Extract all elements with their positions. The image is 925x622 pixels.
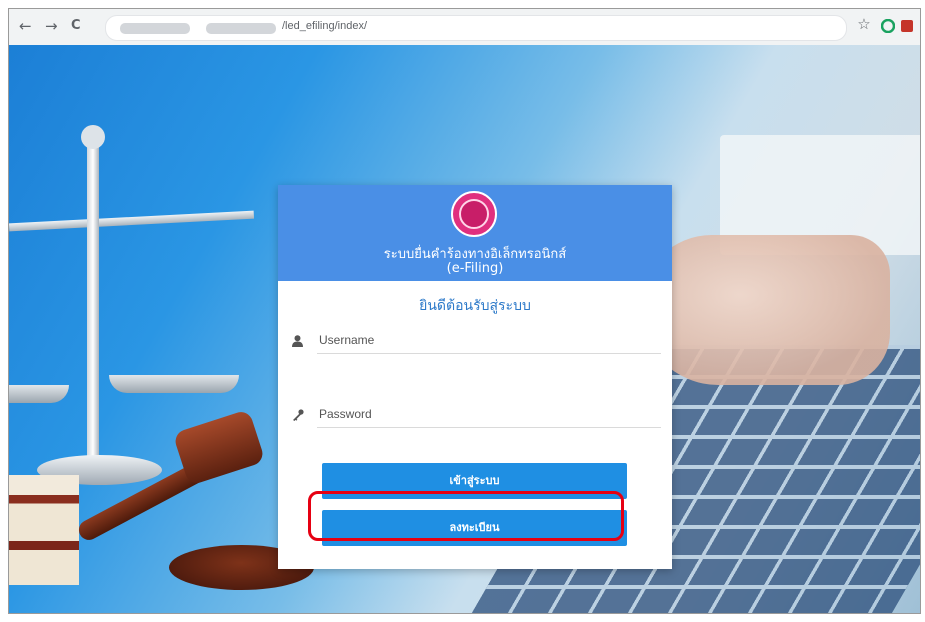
books-image [9, 475, 79, 585]
scale-pan-right [109, 375, 239, 393]
refresh-extension-icon[interactable] [880, 18, 896, 34]
login-card-header: ระบบยื่นคำร้องทางอิเล็กทรอนิกส์ (e-Filin… [278, 185, 672, 281]
scale-knob [81, 125, 105, 149]
register-highlight-box [308, 491, 624, 541]
welcome-heading: ยินดีต้อนรับสู่ระบบ [419, 298, 531, 314]
url-text: /led_efiling/index/ [282, 20, 368, 32]
password-input[interactable] [317, 401, 661, 428]
scale-beam [9, 210, 255, 232]
user-icon [292, 335, 303, 350]
address-bar[interactable]: /led_efiling/index/ [105, 15, 847, 41]
system-subtitle: (e-Filing) [446, 261, 504, 276]
redacted-url-part [120, 23, 190, 34]
gavel-head [172, 408, 266, 487]
key-icon [292, 409, 304, 424]
pdf-extension-icon[interactable] [899, 18, 915, 34]
browser-toolbar: ← → C /led_efiling/index/ ☆ [9, 9, 920, 46]
forward-button[interactable]: → [45, 17, 58, 35]
back-button[interactable]: ← [19, 17, 32, 35]
redacted-url-part [206, 23, 276, 34]
star-icon[interactable]: ☆ [856, 15, 872, 33]
reload-button[interactable]: C [71, 17, 81, 35]
record-extension-icon[interactable] [918, 18, 920, 34]
scale-pole [87, 130, 99, 460]
username-input[interactable] [317, 327, 661, 354]
typing-hand-image [640, 235, 890, 385]
scale-pan-left [9, 385, 69, 403]
department-seal-logo [451, 191, 497, 237]
